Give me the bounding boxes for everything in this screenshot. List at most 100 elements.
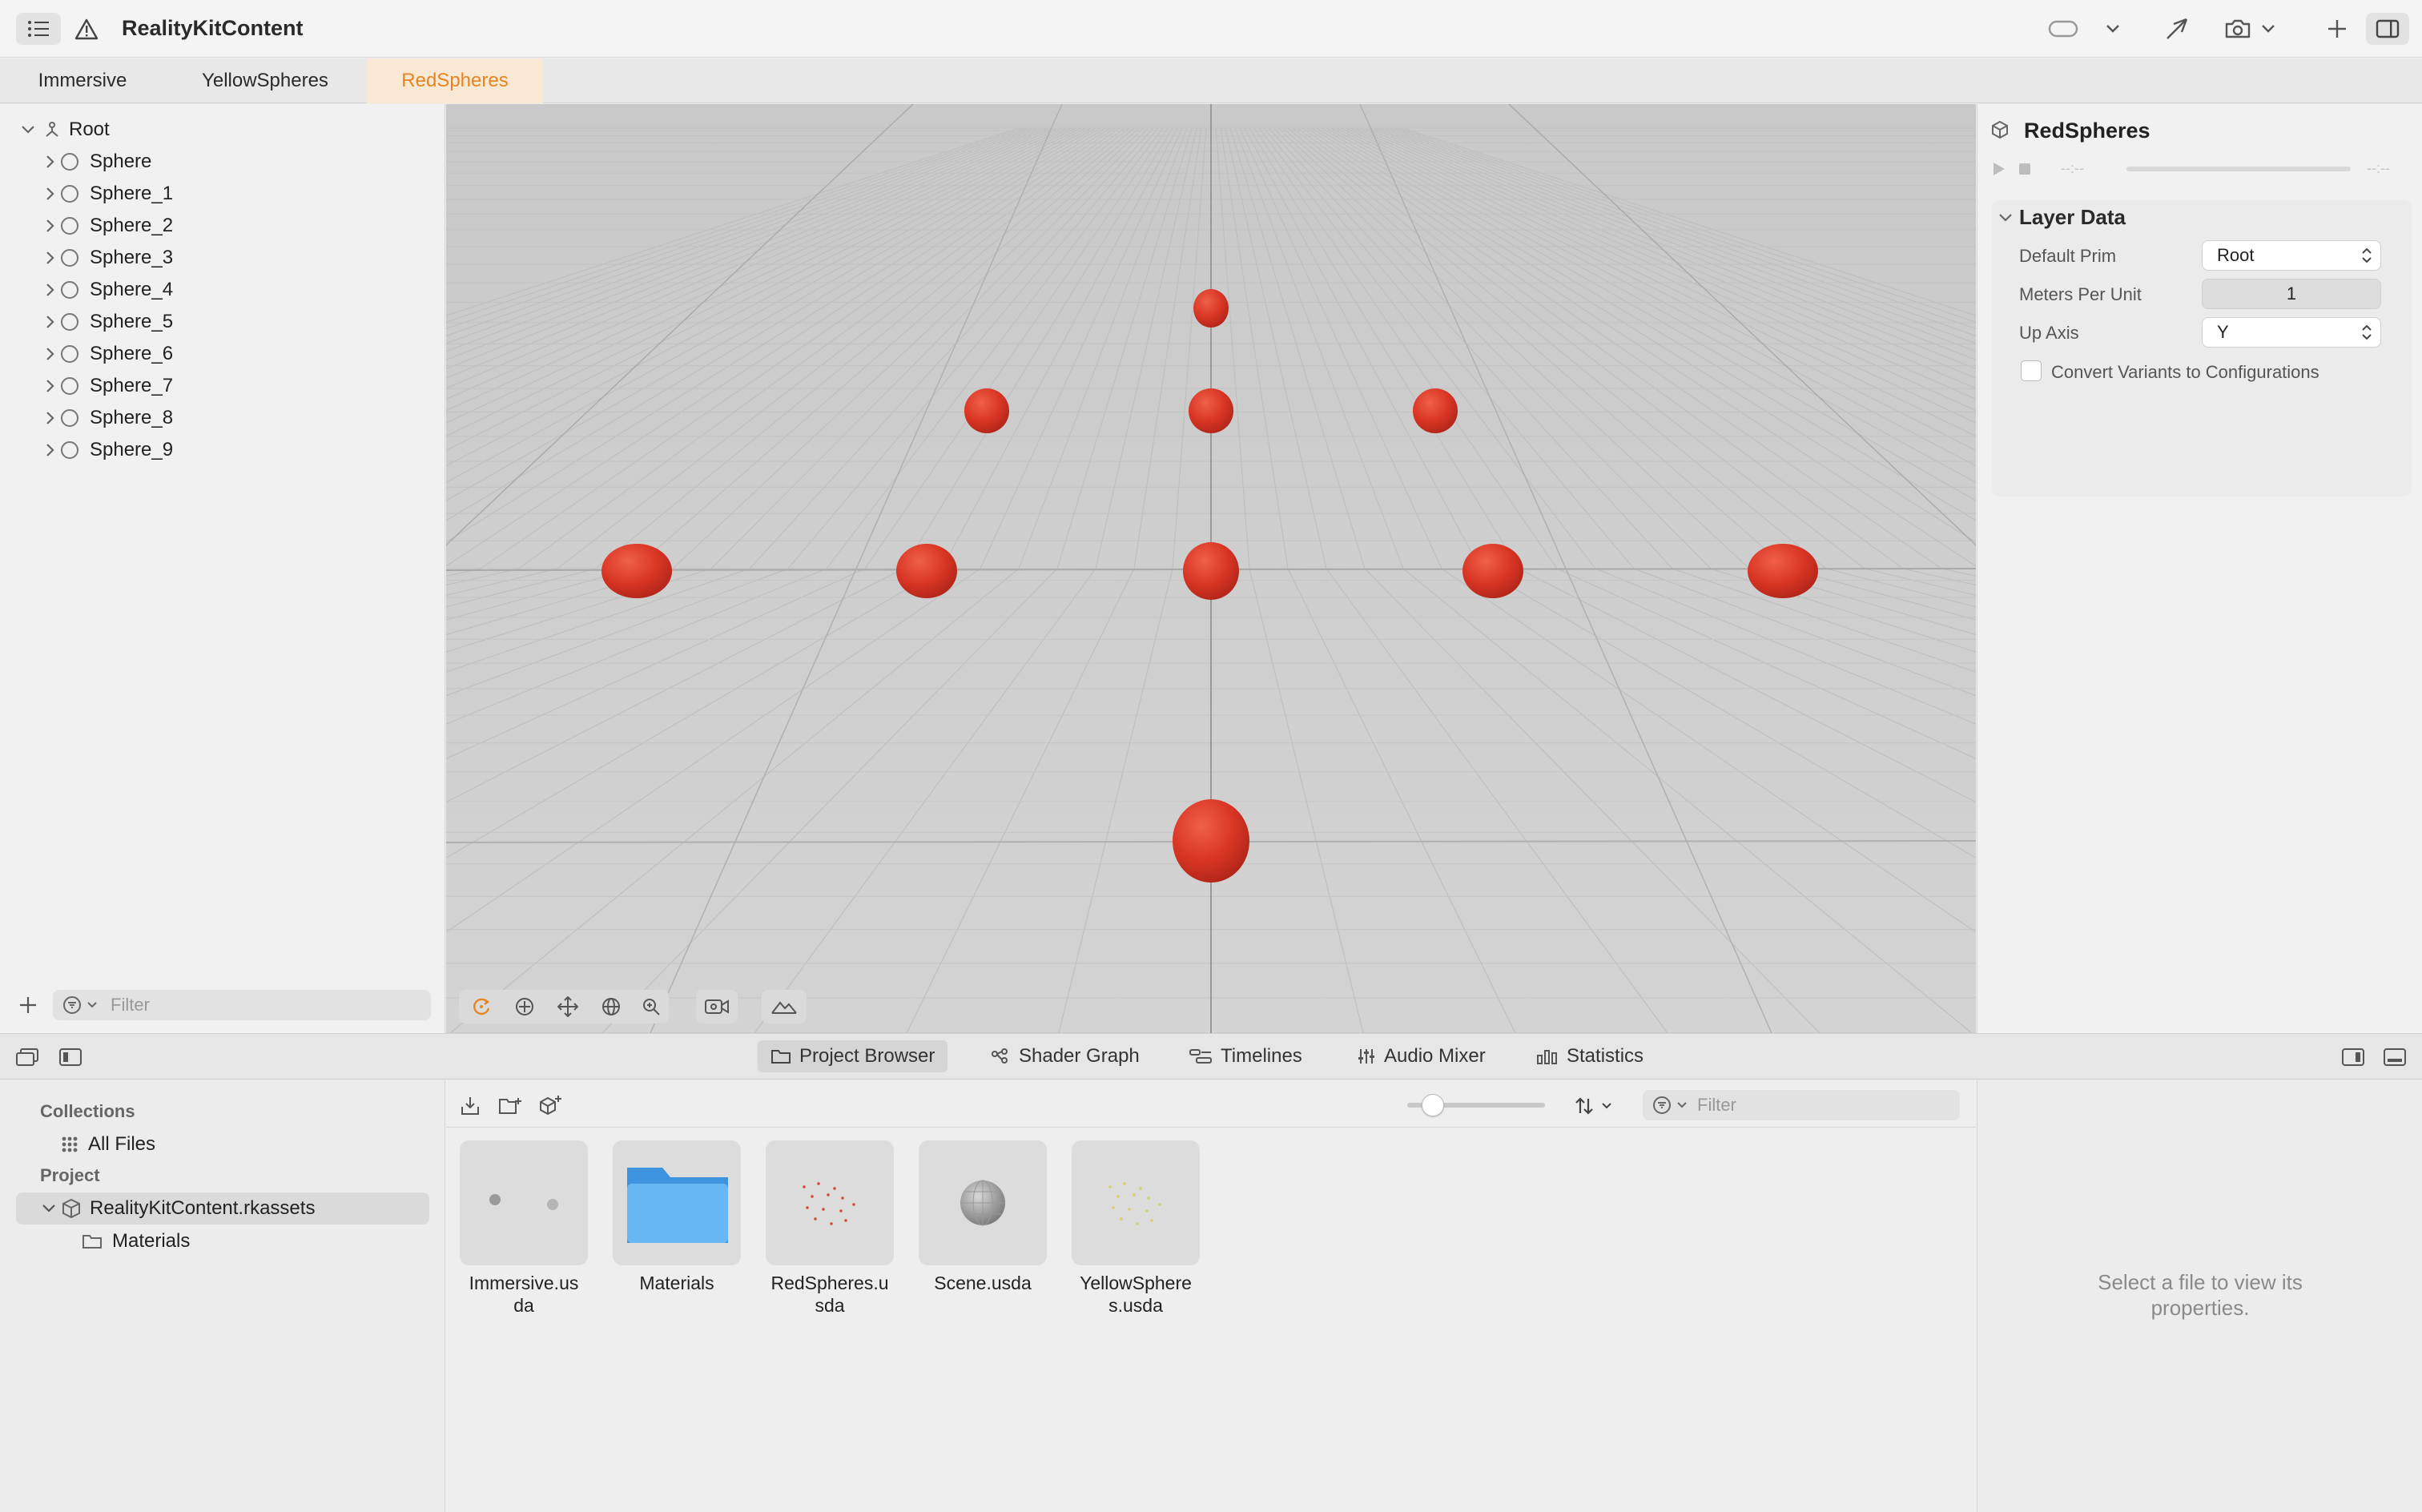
sort-button[interactable] <box>1567 1092 1619 1120</box>
outline-item-sphere[interactable]: Sphere_5 <box>40 306 173 338</box>
convert-variants-label: Convert Variants to Configurations <box>2051 362 2319 382</box>
outline-item-sphere[interactable]: Sphere_7 <box>40 370 173 402</box>
cube-plus-icon <box>540 1096 561 1116</box>
add-entity-button[interactable] <box>14 991 42 1019</box>
chevron-right-icon[interactable] <box>40 411 61 425</box>
file-name: Immersive.us da <box>469 1273 579 1316</box>
chevron-right-icon[interactable] <box>40 347 61 361</box>
chevron-down-icon[interactable] <box>1998 213 2013 223</box>
inspector-toggle-button[interactable] <box>2366 13 2409 45</box>
outline-item-sphere[interactable]: Sphere_6 <box>40 338 173 370</box>
chevron-down-icon[interactable] <box>18 125 38 135</box>
file-tile-materials[interactable] <box>613 1140 741 1265</box>
new-folder-button[interactable] <box>494 1092 526 1120</box>
import-button[interactable] <box>454 1092 486 1120</box>
folder-materials[interactable]: Materials <box>82 1226 190 1257</box>
sphere-icon <box>61 249 78 267</box>
outline-item-sphere[interactable]: Sphere_8 <box>40 402 173 434</box>
redspheres-thumbnail <box>803 1182 855 1225</box>
convert-variants-checkbox[interactable] <box>2021 360 2042 381</box>
orbit-tool-button[interactable] <box>464 993 499 1020</box>
chevron-right-icon[interactable] <box>40 251 61 265</box>
outline-filter-placeholder: Filter <box>111 995 150 1015</box>
move-tool-button[interactable] <box>550 993 585 1020</box>
red-sphere[interactable] <box>1173 799 1249 883</box>
snapshot-menu-button[interactable] <box>2257 16 2279 42</box>
chevron-down-icon <box>87 1002 97 1008</box>
red-sphere[interactable] <box>1189 388 1233 433</box>
chevron-down-icon <box>2106 25 2119 33</box>
zoom-tool-button[interactable] <box>635 993 667 1020</box>
tab-immersive[interactable]: Immersive <box>0 58 165 103</box>
outline-item-sphere[interactable]: Sphere_3 <box>40 242 173 274</box>
folder-icon <box>771 1050 791 1064</box>
red-sphere[interactable] <box>1183 542 1239 600</box>
tab-yellowspheres[interactable]: YellowSpheres <box>165 58 365 103</box>
red-sphere[interactable] <box>1413 388 1458 433</box>
left-panel-toggle-button[interactable] <box>54 1044 86 1071</box>
tab-redspheres[interactable]: RedSpheres <box>367 58 543 103</box>
bottom-panel-toggle-button[interactable] <box>2379 1044 2411 1071</box>
outline-item-sphere[interactable]: Sphere_9 <box>40 434 173 466</box>
chevron-right-icon[interactable] <box>40 443 61 457</box>
chevron-right-icon[interactable] <box>40 187 61 201</box>
outline-item-root[interactable]: Root <box>18 114 110 146</box>
chevron-right-icon[interactable] <box>40 315 61 329</box>
tab-timelines[interactable]: Timelines <box>1176 1040 1315 1072</box>
red-sphere[interactable] <box>896 544 957 598</box>
tab-project-browser[interactable]: Project Browser <box>758 1040 948 1072</box>
new-scene-button[interactable] <box>534 1092 566 1120</box>
outline-item-sphere[interactable]: Sphere_1 <box>40 178 173 210</box>
play-button[interactable] <box>1987 157 2011 181</box>
world-tool-button[interactable] <box>593 993 629 1020</box>
timeline-scrubber[interactable] <box>2126 167 2351 171</box>
chevron-right-icon[interactable] <box>40 219 61 233</box>
red-sphere[interactable] <box>601 544 672 598</box>
send-to-device-button[interactable] <box>2159 13 2195 45</box>
vision-pro-button[interactable] <box>2047 16 2079 42</box>
tab-label: Audio Mixer <box>1384 1045 1486 1067</box>
chevron-right-icon[interactable] <box>40 155 61 169</box>
snapshot-button[interactable] <box>2220 13 2255 45</box>
project-item[interactable]: RealityKitContent.rkassets <box>16 1192 429 1224</box>
windows-button[interactable] <box>11 1044 43 1071</box>
sliders-icon <box>1358 1049 1374 1064</box>
red-sphere[interactable] <box>1748 544 1818 598</box>
thumbnail-dot <box>1139 1187 1142 1190</box>
chevron-down-icon[interactable] <box>42 1204 56 1213</box>
red-sphere[interactable] <box>1462 544 1523 598</box>
up-axis-select[interactable]: Y <box>2202 317 2381 348</box>
collection-all-files[interactable]: All Files <box>61 1130 155 1159</box>
tab-audio-mixer[interactable]: Audio Mixer <box>1344 1040 1499 1072</box>
tab-shader-graph[interactable]: Shader Graph <box>977 1040 1153 1072</box>
chevron-right-icon[interactable] <box>40 283 61 297</box>
tab-statistics[interactable]: Statistics <box>1523 1040 1656 1072</box>
meters-per-unit-field[interactable]: 1 <box>2202 279 2381 309</box>
stop-button[interactable] <box>2013 157 2037 181</box>
file-tile-yellowspheres[interactable] <box>1072 1140 1200 1265</box>
chevron-right-icon[interactable] <box>40 379 61 393</box>
red-sphere[interactable] <box>1193 289 1229 328</box>
red-sphere[interactable] <box>964 388 1009 433</box>
outline-filter-field[interactable]: Filter <box>53 990 431 1020</box>
default-prim-select[interactable]: Root <box>2202 240 2381 271</box>
add-button[interactable] <box>2319 13 2355 45</box>
issues-button[interactable] <box>72 14 101 43</box>
3d-viewport[interactable] <box>446 104 1976 1033</box>
environment-button[interactable] <box>762 990 807 1023</box>
browser-filter-field[interactable]: Filter <box>1643 1090 1960 1120</box>
file-tile-scene[interactable] <box>919 1140 1047 1265</box>
outline-item-sphere[interactable]: Sphere <box>40 146 151 178</box>
pan-tool-button[interactable] <box>507 993 542 1020</box>
outline-item-sphere[interactable]: Sphere_2 <box>40 210 173 242</box>
file-tile-redspheres[interactable] <box>766 1140 894 1265</box>
device-menu-button[interactable] <box>2097 16 2129 42</box>
thumbnail-dot <box>811 1195 814 1198</box>
outline-item-sphere[interactable]: Sphere_4 <box>40 274 173 306</box>
file-tile-immersive[interactable] <box>460 1140 588 1265</box>
viewport-canvas[interactable] <box>446 104 1976 1033</box>
right-panel-toggle-button[interactable] <box>2337 1044 2369 1071</box>
camera-view-button[interactable] <box>696 990 738 1023</box>
slider-knob[interactable] <box>1422 1094 1444 1116</box>
navigator-toggle-button[interactable] <box>16 13 61 45</box>
